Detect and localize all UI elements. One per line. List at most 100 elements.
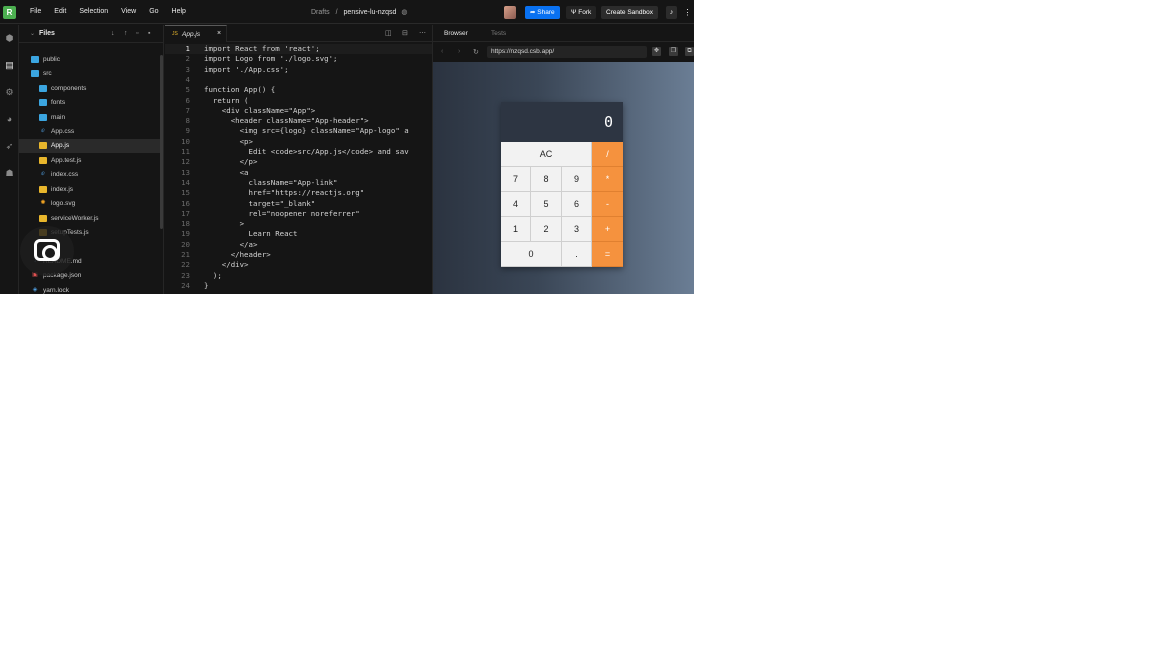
chevron-down-icon[interactable]: ⌄ bbox=[30, 30, 35, 37]
code-line[interactable]: 5 function App() { bbox=[165, 85, 432, 95]
tree-item-yarn-lock[interactable]: ◈ yarn.lock bbox=[19, 284, 160, 294]
bell-icon[interactable]: ♪ bbox=[666, 6, 677, 19]
back-icon[interactable]: ‹ bbox=[441, 48, 443, 55]
divide-button[interactable]: / bbox=[592, 142, 623, 167]
line-number: 7 bbox=[185, 105, 190, 115]
code-line[interactable]: 8 <header className="App-header"> bbox=[165, 116, 432, 126]
tree-item-components[interactable]: components bbox=[19, 82, 160, 96]
code-line[interactable]: 20 </a> bbox=[165, 240, 432, 250]
more-options-icon[interactable]: ⋮ bbox=[683, 6, 692, 19]
add-button[interactable]: + bbox=[592, 217, 623, 242]
digit-9-button[interactable]: 9 bbox=[562, 167, 592, 192]
equals-button[interactable]: = bbox=[592, 242, 623, 267]
code-line[interactable]: 10 <p> bbox=[165, 137, 432, 147]
tab-tests[interactable]: Tests bbox=[491, 30, 506, 37]
tree-item-app-css[interactable]: ⅇ App.css bbox=[19, 125, 160, 139]
explorer-scrollbar[interactable] bbox=[160, 55, 163, 229]
code-line[interactable]: 14 className="App-link" bbox=[165, 178, 432, 188]
multiply-button[interactable]: * bbox=[592, 167, 623, 192]
popout-icon[interactable]: ⧉ bbox=[685, 47, 694, 56]
open-new-window-icon[interactable]: ❐ bbox=[669, 47, 678, 56]
box-icon[interactable]: ⬢ bbox=[4, 33, 15, 44]
digit-8-button[interactable]: 8 bbox=[531, 167, 562, 192]
share-button[interactable]: ➦ Share bbox=[525, 6, 560, 19]
more-options-icon[interactable]: ⋯ bbox=[419, 29, 426, 37]
code-line[interactable]: 1 import React from 'react'; bbox=[165, 44, 432, 55]
digit-1-button[interactable]: 1 bbox=[501, 217, 531, 242]
code-line[interactable]: 3 import './App.css'; bbox=[165, 65, 432, 75]
code-area[interactable]: 1 import React from 'react'; 2 import Logo … bbox=[165, 43, 432, 294]
tree-item-fonts[interactable]: fonts bbox=[19, 96, 160, 110]
layout-icon[interactable]: ⊟ bbox=[402, 29, 408, 37]
code-line[interactable]: 11 Edit <code>src/App.js</code> and sav bbox=[165, 147, 432, 157]
tab-browser[interactable]: Browser bbox=[444, 30, 468, 37]
menu-file[interactable]: File bbox=[30, 8, 41, 15]
digit-5-button[interactable]: 5 bbox=[531, 192, 562, 217]
code-line[interactable]: 13 <a bbox=[165, 168, 432, 178]
code-line[interactable]: 22 </div> bbox=[165, 260, 432, 270]
fork-button[interactable]: Ψ Fork bbox=[566, 6, 597, 19]
tree-item-index-css[interactable]: ⅇ index.css bbox=[19, 168, 160, 182]
close-icon[interactable]: × bbox=[217, 30, 221, 37]
code-line[interactable]: 12 </p> bbox=[165, 157, 432, 167]
code-line[interactable]: 18 > bbox=[165, 219, 432, 229]
menu-view[interactable]: View bbox=[121, 8, 136, 15]
decimal-button[interactable]: . bbox=[562, 242, 592, 267]
menu-selection[interactable]: Selection bbox=[79, 8, 108, 15]
code-line[interactable]: 4 bbox=[165, 75, 432, 85]
tree-item-logo-svg[interactable]: ✺ logo.svg bbox=[19, 197, 160, 211]
tree-item-index-js[interactable]: index.js bbox=[19, 183, 160, 197]
split-view-icon[interactable]: ◫ bbox=[385, 29, 392, 37]
digit-4-button[interactable]: 4 bbox=[501, 192, 531, 217]
tree-item-main[interactable]: main bbox=[19, 111, 160, 125]
gear-icon[interactable]: ⚙ bbox=[4, 87, 15, 98]
clear-button[interactable]: AC bbox=[501, 142, 592, 167]
menu-edit[interactable]: Edit bbox=[54, 8, 66, 15]
code-line[interactable]: 7 <div className="App"> bbox=[165, 106, 432, 116]
code-line[interactable]: 19 Learn React bbox=[165, 229, 432, 239]
tree-item-app-test-js[interactable]: App.test.js bbox=[19, 154, 160, 168]
sandbox-name[interactable]: pensive-lu-nzqsd bbox=[344, 9, 397, 16]
digit-6-button[interactable]: 6 bbox=[562, 192, 592, 217]
tab-app-js[interactable]: JS App.js × bbox=[165, 25, 227, 42]
file-icon[interactable]: ▤ bbox=[4, 60, 15, 71]
refresh-icon[interactable]: ↻ bbox=[473, 48, 479, 56]
sandbox-title[interactable]: Drafts / pensive-lu-nzqsd ◍ bbox=[311, 8, 408, 16]
tree-item-serviceworker-js[interactable]: serviceWorker.js bbox=[19, 212, 160, 226]
user-avatar[interactable] bbox=[504, 6, 516, 19]
digit-7-button[interactable]: 7 bbox=[501, 167, 531, 192]
subtract-button[interactable]: - bbox=[592, 192, 623, 217]
code-line[interactable]: 24} bbox=[165, 281, 432, 291]
url-input[interactable]: https://nzqsd.csb.app/ bbox=[487, 46, 647, 58]
sort-up-icon[interactable]: ↑ bbox=[124, 30, 128, 37]
code-line[interactable]: 15 href="https://reactjs.org" bbox=[165, 188, 432, 198]
codesandbox-logo[interactable]: R bbox=[3, 6, 16, 19]
forward-icon[interactable]: › bbox=[458, 48, 460, 55]
github-icon[interactable]: ◕ bbox=[4, 114, 15, 125]
create-sandbox-button[interactable]: Create Sandbox bbox=[601, 6, 658, 19]
new-file-icon[interactable]: ▫ bbox=[136, 30, 138, 37]
menu-go[interactable]: Go bbox=[149, 8, 158, 15]
tree-item-app-js[interactable]: App.js bbox=[19, 139, 160, 153]
code-line[interactable]: 21 </header> bbox=[165, 250, 432, 260]
new-folder-icon[interactable]: ▪ bbox=[148, 30, 150, 37]
digit-3-button[interactable]: 3 bbox=[562, 217, 592, 242]
users-icon[interactable]: ☗ bbox=[4, 168, 15, 179]
code-line[interactable]: 6 return ( bbox=[165, 96, 432, 106]
rocket-icon[interactable]: ➶ bbox=[4, 141, 15, 152]
digit-0-button[interactable]: 0 bbox=[501, 242, 562, 267]
digit-2-button[interactable]: 2 bbox=[531, 217, 562, 242]
menu-help[interactable]: Help bbox=[172, 8, 186, 15]
code-line[interactable]: 17 rel="noopener noreferrer" bbox=[165, 209, 432, 219]
lens-search-icon[interactable] bbox=[20, 226, 74, 276]
code-line[interactable]: 23 ); bbox=[165, 271, 432, 281]
code-line[interactable]: 9 <img src={logo} className="App-logo" a bbox=[165, 126, 432, 136]
folder-name[interactable]: Drafts bbox=[311, 9, 330, 16]
line-number: 17 bbox=[181, 208, 190, 218]
code-line[interactable]: 16 target="_blank" bbox=[165, 199, 432, 209]
sort-down-icon[interactable]: ↓ bbox=[111, 30, 115, 37]
tree-item-src[interactable]: src bbox=[19, 67, 160, 81]
tree-item-public[interactable]: public bbox=[19, 53, 160, 67]
crosshair-icon[interactable]: ✥ bbox=[652, 47, 661, 56]
code-line[interactable]: 2 import Logo from './logo.svg'; bbox=[165, 54, 432, 64]
